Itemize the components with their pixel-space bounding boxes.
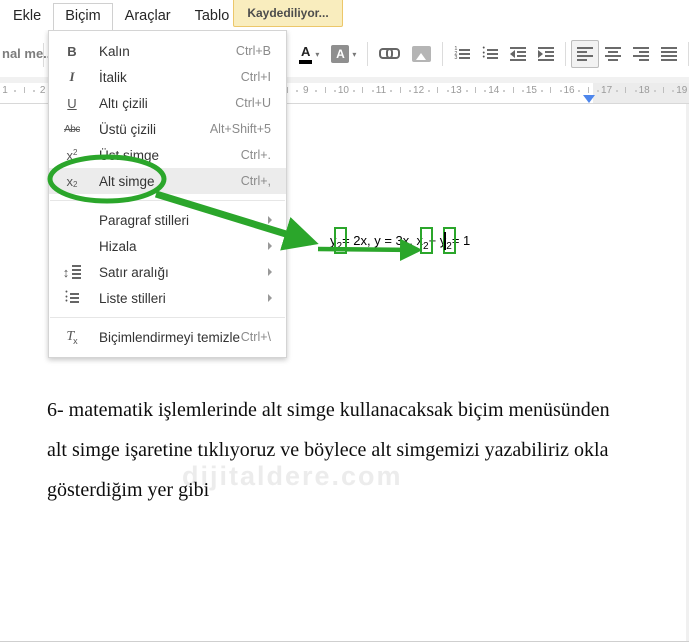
text-cursor — [444, 232, 446, 250]
formula-text: y2 = 2x, y = 3x, x2 + y2 = 1 — [330, 227, 470, 255]
toolbar-divider — [442, 42, 444, 66]
text-color-button[interactable]: ▾ — [293, 40, 325, 68]
toolbar-divider — [564, 42, 566, 66]
superscript-icon — [59, 148, 85, 163]
bulleted-list-button[interactable] — [476, 40, 503, 68]
toolbar-divider — [367, 42, 369, 66]
line-spacing-icon — [59, 263, 85, 280]
menu-separator — [50, 317, 285, 318]
insert-link-button[interactable] — [373, 40, 406, 68]
increase-indent-icon — [537, 45, 554, 62]
decrease-indent-icon — [509, 45, 526, 62]
align-center-button[interactable] — [599, 40, 627, 68]
menu-item-st-simge[interactable]: Üst simgeCtrl+. — [49, 142, 286, 168]
increase-indent-button[interactable] — [532, 40, 560, 68]
style-dropdown-truncated[interactable]: nal me... — [2, 46, 54, 61]
submenu-arrow-icon — [268, 216, 272, 224]
numbered-list-icon — [454, 47, 471, 60]
paragraph: 6- matematik işlemlerinde alt simge kull… — [47, 390, 677, 510]
insert-image-button[interactable] — [406, 40, 437, 68]
saving-toast: Kaydediliyor... — [233, 0, 343, 27]
subscript-boxed[interactable]: 2 — [420, 227, 433, 255]
menu-item-liste-stilleri[interactable]: Liste stilleri — [49, 285, 286, 311]
app-root: { "menubar": { "items": [ {"label": "Ekl… — [0, 0, 689, 642]
decrease-indent-button[interactable] — [504, 40, 532, 68]
insert-link-icon — [379, 47, 401, 61]
toolbar-divider — [43, 43, 44, 67]
bulleted-list-icon — [482, 47, 498, 60]
subscript-icon — [59, 174, 85, 189]
highlight-color-button[interactable]: ▾ — [325, 40, 362, 68]
menu-item-hizala[interactable]: Hizala — [49, 233, 286, 259]
align-right-button[interactable] — [627, 40, 655, 68]
bold-icon — [59, 44, 85, 59]
menu-item-bi-imlendirmeyi-temizle[interactable]: Biçimlendirmeyi temizleCtrl+\ — [49, 324, 286, 350]
menu-bi-im[interactable]: Biçim — [53, 2, 113, 30]
menu-ekle[interactable]: Ekle — [1, 4, 53, 28]
menu-item-kal-n[interactable]: KalınCtrl+B — [49, 38, 286, 64]
text-color-icon — [299, 44, 312, 64]
align-center-icon — [604, 45, 621, 62]
menu-separator — [50, 200, 285, 201]
submenu-arrow-icon — [268, 268, 272, 276]
menu-item-alt-izili[interactable]: Altı çiziliCtrl+U — [49, 90, 286, 116]
submenu-arrow-icon — [268, 294, 272, 302]
toolbar-icons: ▾▾ — [293, 40, 689, 68]
list-styles-icon — [59, 291, 85, 304]
align-right-icon — [632, 45, 649, 62]
menu-item-paragraf-stilleri[interactable]: Paragraf stilleri — [49, 207, 286, 233]
menu-item-st-izili[interactable]: Üstü çiziliAlt+Shift+5 — [49, 116, 286, 142]
paragraph-line: gösterdiğim yer gibi — [47, 479, 210, 501]
numbered-list-button[interactable] — [448, 40, 476, 68]
underline-icon — [59, 96, 85, 111]
align-left-icon — [576, 45, 593, 62]
format-menu-list: KalınCtrl+BİtalikCtrl+IAltı çiziliCtrl+U… — [49, 38, 286, 350]
format-menu: KalınCtrl+BİtalikCtrl+IAltı çiziliCtrl+U… — [48, 30, 287, 358]
insert-image-icon — [412, 46, 432, 62]
strikethrough-icon — [59, 124, 85, 135]
dropdown-arrow-icon[interactable]: ▾ — [315, 50, 319, 59]
highlight-color-icon — [331, 45, 350, 63]
menu-item-sat-r-aral[interactable]: Satır aralığı — [49, 259, 286, 285]
subscript-boxed[interactable]: 2 — [443, 227, 457, 255]
italic-icon — [59, 69, 85, 85]
ruler-indent-marker-icon[interactable] — [583, 95, 595, 103]
menubar: EkleBiçimAraçlarTabloYard — [0, 0, 689, 30]
subscript-boxed[interactable]: 2 — [333, 227, 347, 255]
menu-ara-lar[interactable]: Araçlar — [113, 4, 183, 28]
submenu-arrow-icon — [268, 242, 272, 250]
dropdown-arrow-icon[interactable]: ▾ — [352, 50, 356, 59]
align-left-button[interactable] — [570, 40, 599, 68]
justify-button[interactable] — [655, 40, 683, 68]
paragraph-line: alt simge işaretine tıklıyoruz ve böylec… — [47, 439, 609, 461]
paragraph-line: 6- matematik işlemlerinde alt simge kull… — [47, 399, 610, 421]
clear-formatting-icon — [59, 328, 85, 346]
menu-item-alt-simge[interactable]: Alt simgeCtrl+, — [49, 168, 286, 194]
menu-item-i-talik[interactable]: İtalikCtrl+I — [49, 64, 286, 90]
justify-icon — [660, 45, 677, 62]
